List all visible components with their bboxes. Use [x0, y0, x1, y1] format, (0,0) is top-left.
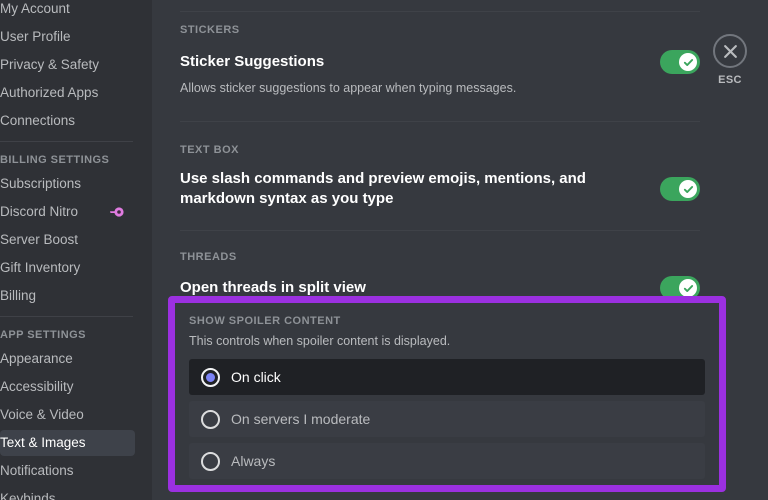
- toggle-knob: [679, 180, 697, 198]
- sidebar-item-connections[interactable]: Connections: [0, 108, 135, 134]
- sidebar-item-label: My Account: [0, 1, 70, 17]
- spoiler-options-list: On click On servers I moderate Always: [189, 359, 705, 479]
- sidebar-item-appearance[interactable]: Appearance: [0, 346, 135, 372]
- toggle-knob: [679, 53, 697, 71]
- toggle-knob: [679, 279, 697, 297]
- sidebar-item-label: Server Boost: [0, 232, 79, 248]
- sidebar-item-label: User Profile: [0, 29, 71, 45]
- section-header-text-box: TEXT BOX: [180, 144, 240, 156]
- sidebar-item-label: Voice & Video: [0, 407, 84, 423]
- section-description-show-spoiler-content: This controls when spoiler content is di…: [189, 334, 451, 348]
- sidebar-item-authorized-apps[interactable]: Authorized Apps: [0, 80, 135, 106]
- sidebar-item-my-account[interactable]: My Account: [0, 0, 135, 22]
- sidebar-item-label: Authorized Apps: [0, 85, 99, 101]
- show-spoiler-content-highlight: SHOW SPOILER CONTENT This controls when …: [168, 296, 726, 492]
- setting-description-sticker-suggestions: Allows sticker suggestions to appear whe…: [180, 81, 517, 95]
- setting-row-sticker-suggestions: Sticker Suggestions: [180, 50, 700, 74]
- sidebar-item-accessibility[interactable]: Accessibility: [0, 374, 135, 400]
- close-icon: [713, 34, 747, 68]
- sidebar-item-text-and-images[interactable]: Text & Images: [0, 430, 135, 456]
- spoiler-option-always[interactable]: Always: [189, 443, 705, 479]
- sidebar-item-label: Privacy & Safety: [0, 57, 100, 73]
- radio-button-icon[interactable]: [201, 451, 220, 471]
- settings-content: STICKERS Sticker Suggestions Allows stic…: [152, 0, 768, 500]
- section-header-threads: THREADS: [180, 251, 237, 263]
- sidebar-category-billing-settings: BILLING SETTINGS: [0, 154, 110, 166]
- sidebar-item-voice-and-video[interactable]: Voice & Video: [0, 402, 135, 428]
- section-header-show-spoiler-content: SHOW SPOILER CONTENT: [189, 315, 341, 327]
- setting-label-slash-commands: Use slash commands and preview emojis, m…: [180, 170, 586, 207]
- sidebar-item-notifications[interactable]: Notifications: [0, 458, 135, 484]
- sidebar-item-gift-inventory[interactable]: Gift Inventory: [0, 255, 135, 281]
- sidebar-item-privacy-and-safety[interactable]: Privacy & Safety: [0, 52, 135, 78]
- toggle-sticker-suggestions[interactable]: [660, 50, 700, 74]
- sidebar-item-label: Gift Inventory: [0, 260, 81, 276]
- sidebar-item-discord-nitro[interactable]: Discord Nitro: [0, 199, 135, 225]
- sidebar-item-billing[interactable]: Billing: [0, 283, 135, 309]
- sidebar-item-subscriptions[interactable]: Subscriptions: [0, 171, 135, 197]
- spoiler-option-on-click[interactable]: On click: [189, 359, 705, 395]
- sidebar-item-label: Subscriptions: [0, 176, 82, 192]
- spoiler-option-label: Always: [231, 453, 276, 469]
- sidebar-item-server-boost[interactable]: Server Boost: [0, 227, 135, 253]
- sidebar-divider: [0, 316, 133, 317]
- setting-row-slash-commands: Use slash commands and preview emojis, m…: [180, 169, 700, 209]
- close-settings-label: ESC: [718, 74, 742, 86]
- sidebar-item-label: Connections: [0, 113, 76, 129]
- radio-button-icon[interactable]: [201, 367, 220, 387]
- sidebar-item-label: Accessibility: [0, 379, 74, 395]
- sidebar-item-label: Appearance: [0, 351, 73, 367]
- spoiler-option-label: On click: [231, 369, 281, 385]
- radio-dot: [206, 372, 215, 382]
- toggle-slash-commands[interactable]: [660, 177, 700, 201]
- section-header-stickers: STICKERS: [180, 24, 240, 36]
- sidebar-item-label: Discord Nitro: [0, 204, 79, 220]
- close-settings-button[interactable]: ESC: [706, 34, 754, 86]
- radio-dot: [206, 457, 215, 466]
- sidebar-divider: [0, 141, 133, 142]
- settings-window: My Account User Profile Privacy & Safety Au…: [0, 0, 768, 500]
- sidebar-item-label: Notifications: [0, 463, 74, 479]
- sidebar-item-label: Keybinds: [0, 491, 56, 500]
- sidebar-item-keybinds[interactable]: Keybinds: [0, 486, 135, 500]
- nitro-icon: [109, 206, 125, 218]
- sidebar-category-app-settings: APP SETTINGS: [0, 329, 86, 341]
- spoiler-option-on-servers-i-moderate[interactable]: On servers I moderate: [189, 401, 705, 437]
- settings-sidebar: My Account User Profile Privacy & Safety Au…: [0, 0, 152, 500]
- sidebar-item-label: Text & Images: [0, 435, 86, 451]
- setting-label-sticker-suggestions: Sticker Suggestions: [180, 53, 325, 70]
- sidebar-item-label: Billing: [0, 288, 37, 304]
- radio-dot: [206, 415, 215, 424]
- sidebar-item-user-profile[interactable]: User Profile: [0, 24, 135, 50]
- radio-button-icon[interactable]: [201, 409, 220, 429]
- setting-label-split-view-threads: Open threads in split view: [180, 279, 366, 296]
- spoiler-option-label: On servers I moderate: [231, 411, 371, 427]
